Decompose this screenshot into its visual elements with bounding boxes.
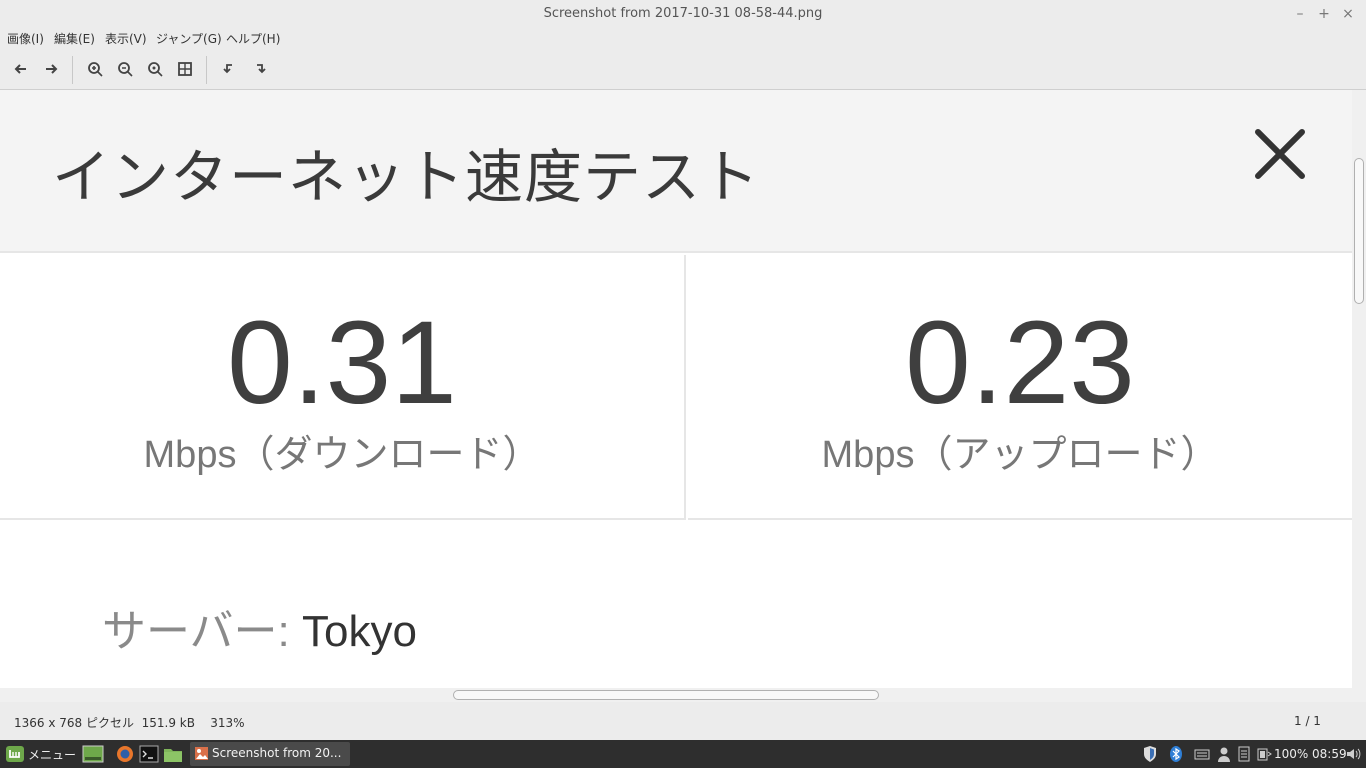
image-viewer-icon — [194, 746, 209, 761]
download-speed-value: 0.31 — [227, 297, 457, 429]
zoom-normal-icon[interactable] — [143, 57, 167, 81]
battery-percentage: 100% — [1274, 747, 1309, 761]
taskbar-window-button[interactable]: Screenshot from 20... — [190, 742, 350, 766]
zoom-out-icon[interactable] — [113, 57, 137, 81]
upload-panel: 0.23 Mbps（アップロード） — [688, 255, 1352, 520]
menu-view[interactable]: 表示(V) — [105, 30, 147, 47]
firefox-icon[interactable] — [114, 745, 136, 763]
shield-icon[interactable] — [1142, 745, 1158, 763]
zoom-in-icon[interactable] — [83, 57, 107, 81]
toolbar-separator — [206, 56, 207, 84]
show-desktop-icon[interactable] — [82, 745, 104, 763]
menu-bar: 画像(I) 編集(E) 表示(V) ジャンプ(G) ヘルプ(H) — [0, 28, 1366, 48]
server-row: サーバー: Tokyo — [102, 595, 417, 659]
arrow-left-icon[interactable] — [9, 57, 33, 81]
rotate-left-icon[interactable] — [217, 57, 241, 81]
keyboard-icon[interactable] — [1194, 745, 1210, 763]
download-panel: 0.31 Mbps（ダウンロード） — [0, 255, 686, 520]
zoom-fit-icon[interactable] — [173, 57, 197, 81]
server-label: サーバー: — [102, 607, 303, 656]
mint-menu-icon[interactable] — [5, 745, 25, 763]
window-title: Screenshot from 2017-10-31 08-58-44.png — [543, 6, 823, 21]
download-unit-label: Mbps（ダウンロード） — [143, 434, 541, 476]
page-title: インターネット速度テスト — [52, 143, 761, 211]
terminal-icon[interactable] — [139, 745, 159, 763]
menu-go[interactable]: ジャンプ(G) — [156, 30, 222, 47]
arrow-right-icon[interactable] — [39, 57, 63, 81]
status-bar: 1366 x 768 ピクセル 151.9 kB 313% 1 / 1 — [0, 702, 1366, 740]
clock[interactable]: 08:59 — [1312, 747, 1347, 761]
maximize-button[interactable]: + — [1314, 4, 1334, 24]
battery-icon[interactable] — [1256, 745, 1272, 763]
taskbar-menu-label[interactable]: メニュー — [28, 746, 76, 763]
rotate-right-icon[interactable] — [248, 57, 272, 81]
bluetooth-icon[interactable] — [1169, 745, 1183, 763]
clipboard-icon[interactable] — [1237, 745, 1251, 763]
server-value: Tokyo — [302, 607, 417, 656]
close-window-button[interactable]: × — [1338, 4, 1358, 24]
user-icon[interactable] — [1216, 745, 1232, 763]
vertical-scrollbar-thumb[interactable] — [1354, 158, 1364, 304]
taskbar: メニュー Screenshot from 20... 100% 08:59 — [0, 740, 1366, 768]
horizontal-scrollbar-thumb[interactable] — [453, 690, 879, 700]
page-indicator: 1 / 1 — [1294, 714, 1321, 728]
upload-speed-value: 0.23 — [905, 297, 1135, 429]
menu-edit[interactable]: 編集(E) — [54, 30, 95, 47]
speedtest-header: インターネット速度テスト — [0, 90, 1352, 253]
toolbar — [0, 48, 1366, 90]
minimize-button[interactable]: – — [1290, 4, 1310, 24]
menu-help[interactable]: ヘルプ(H) — [226, 30, 280, 47]
taskbar-window-label: Screenshot from 20... — [212, 746, 342, 760]
files-icon[interactable] — [163, 745, 183, 763]
image-info: 1366 x 768 ピクセル 151.9 kB 313% — [14, 716, 245, 730]
toolbar-separator — [72, 56, 73, 84]
volume-icon[interactable] — [1345, 745, 1361, 763]
image-viewport[interactable]: インターネット速度テスト 0.31 Mbps（ダウンロード） 0.23 Mbps… — [0, 90, 1352, 688]
upload-unit-label: Mbps（アップロード） — [821, 434, 1219, 476]
close-icon — [1250, 124, 1310, 184]
menu-image[interactable]: 画像(I) — [7, 30, 44, 47]
window-titlebar[interactable]: Screenshot from 2017-10-31 08-58-44.png … — [0, 0, 1366, 28]
